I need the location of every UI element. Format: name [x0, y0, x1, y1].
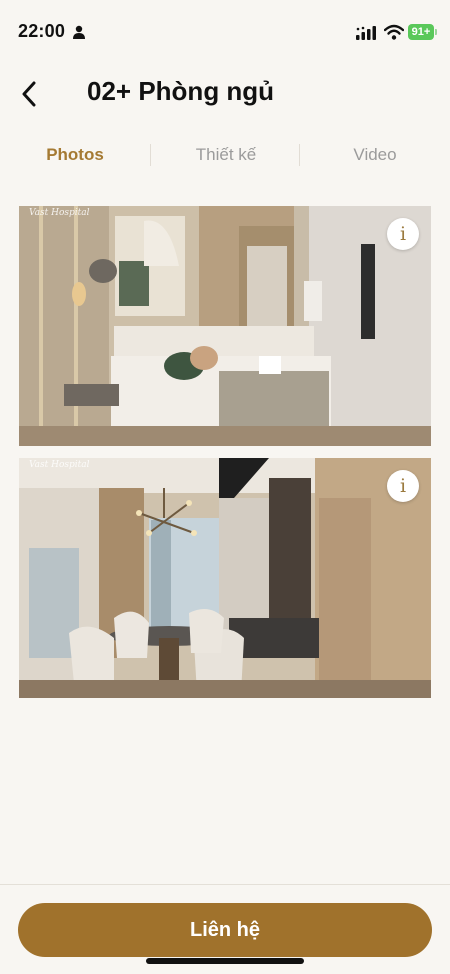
tab-photos[interactable]: Photos	[30, 140, 120, 170]
signal-icon	[356, 26, 376, 40]
page-title: 02+ Phòng ngủ	[87, 76, 275, 106]
back-button[interactable]	[14, 78, 44, 110]
photo-watermark: Vast Hospital	[29, 208, 90, 218]
dining-room-image	[19, 458, 431, 698]
photo-bedroom[interactable]: Vast Hospital i	[19, 206, 431, 446]
contact-button[interactable]: Liên hệ	[18, 903, 432, 957]
footer-divider	[0, 884, 450, 885]
photo-watermark: Vast Hospital	[29, 460, 90, 470]
tab-design[interactable]: Thiết kế	[177, 140, 275, 170]
status-time: 22:00	[18, 21, 66, 41]
home-indicator	[146, 958, 304, 964]
bedroom-image	[19, 206, 431, 446]
person-icon	[73, 25, 85, 39]
info-button[interactable]: i	[387, 218, 419, 250]
chevron-left-icon	[22, 81, 36, 107]
tab-divider	[150, 144, 151, 166]
tab-bar: Photos Thiết kế Video	[0, 140, 450, 170]
status-bar: 22:00 91+	[0, 0, 450, 64]
tab-divider	[299, 144, 300, 166]
photo-dining-room[interactable]: Vast Hospital i	[19, 458, 431, 698]
battery-icon: 91+	[408, 24, 437, 40]
tab-video[interactable]: Video	[330, 140, 420, 170]
wifi-icon	[384, 24, 404, 40]
info-button[interactable]: i	[387, 470, 419, 502]
